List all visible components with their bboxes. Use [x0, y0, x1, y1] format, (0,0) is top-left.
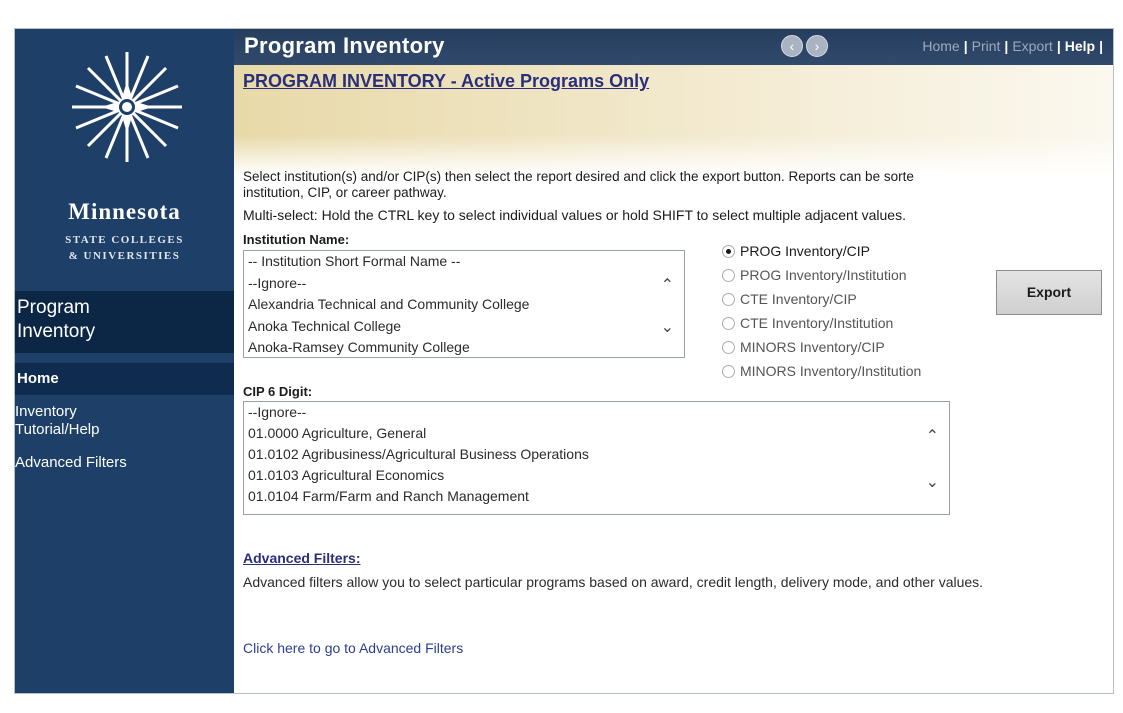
sidebar: Minnesota STATE COLLEGES & UNIVERSITIES …	[15, 29, 234, 693]
back-arrow-icon[interactable]: ‹	[781, 35, 803, 57]
intro-line: Select institution(s) and/or CIP(s) then…	[243, 169, 914, 184]
forward-arrow-icon[interactable]: ›	[806, 35, 828, 57]
institution-select[interactable]: -- Institution Short Formal Name -- --Ig…	[243, 250, 685, 358]
sidebar-item-label: Inventory	[15, 403, 77, 420]
list-item[interactable]: --Ignore--	[244, 273, 684, 295]
list-item[interactable]: 01.0000 Agriculture, General	[244, 423, 949, 444]
list-item[interactable]: 01.0104 Farm/Farm and Ranch Management	[244, 486, 949, 507]
advanced-filters-link[interactable]: Click here to go to Advanced Filters	[243, 640, 463, 656]
radio-button[interactable]	[722, 340, 735, 354]
help-link[interactable]: Help	[1065, 38, 1095, 54]
list-item[interactable]: Anoka Technical College	[244, 316, 684, 338]
chevron-down-icon[interactable]: ⌄	[661, 317, 674, 337]
home-link[interactable]: Home	[922, 38, 959, 54]
main-content: Program Inventory ‹ › Home | Print | Export |…	[234, 29, 1113, 693]
list-item[interactable]: Anoka-Ramsey Community College	[244, 337, 684, 357]
intro-text: Select institution(s) and/or CIP(s) then…	[243, 169, 1113, 201]
report-heading: PROGRAM INVENTORY - Active Programs Only	[243, 71, 650, 91]
app-frame: Minnesota STATE COLLEGES & UNIVERSITIES …	[14, 28, 1114, 694]
institution-label: Institution Name:	[243, 232, 350, 247]
logo-subtitle: & UNIVERSITIES	[68, 250, 181, 262]
logo-subtitle: STATE COLLEGES	[65, 234, 184, 246]
top-header: Program Inventory ‹ › Home | Print | Export |…	[234, 29, 1113, 65]
radio-button[interactable]	[722, 364, 735, 378]
radio-label: PROG Inventory/CIP	[740, 243, 870, 259]
sidebar-item-tutorial-help[interactable]: Inventory Tutorial/Help	[15, 403, 234, 439]
sidebar-item-label: Tutorial/Help	[15, 421, 100, 438]
top-links: Home | Print | Export | Help |	[922, 38, 1103, 54]
radio-cte-cip[interactable]: CTE Inventory/CIP	[722, 287, 982, 311]
list-item[interactable]: Alexandria Technical and Community Colle…	[244, 294, 684, 316]
sidebar-item-advanced-filters[interactable]: Advanced Filters	[15, 454, 234, 472]
report-type-group: PROG Inventory/CIP PROG Inventory/Instit…	[722, 239, 982, 383]
chevron-up-icon[interactable]: ⌃	[926, 426, 939, 446]
radio-button[interactable]	[722, 316, 735, 330]
radio-label: MINORS Inventory/CIP	[740, 339, 885, 355]
advanced-filters-heading[interactable]: Advanced Filters:	[243, 550, 360, 566]
radio-label: CTE Inventory/Institution	[740, 315, 894, 331]
radio-label: PROG Inventory/Institution	[740, 267, 907, 283]
intro-line: institution, CIP, or career pathway.	[243, 185, 447, 200]
radio-minors-institution[interactable]: MINORS Inventory/Institution	[722, 359, 982, 383]
list-item[interactable]: 01.0103 Agricultural Economics	[244, 465, 949, 486]
export-link[interactable]: Export	[1012, 38, 1052, 54]
chevron-down-icon[interactable]: ⌄	[926, 472, 939, 492]
radio-label: MINORS Inventory/Institution	[740, 363, 922, 379]
radio-prog-institution[interactable]: PROG Inventory/Institution	[722, 263, 982, 287]
list-item[interactable]: -- Institution Short Formal Name --	[244, 251, 684, 273]
list-item[interactable]: 01.0102 Agribusiness/Agricultural Busine…	[244, 444, 949, 465]
export-button[interactable]: Export	[996, 270, 1102, 315]
advanced-filters-description: Advanced filters allow you to select par…	[243, 574, 984, 590]
radio-minors-cip[interactable]: MINORS Inventory/CIP	[722, 335, 982, 359]
page-title: Program Inventory	[244, 33, 445, 58]
radio-cte-institution[interactable]: CTE Inventory/Institution	[722, 311, 982, 335]
sidebar-item-home[interactable]: Home	[15, 363, 234, 395]
cip-select[interactable]: --Ignore-- 01.0000 Agriculture, General …	[243, 401, 950, 515]
radio-label: CTE Inventory/CIP	[740, 291, 857, 307]
radio-prog-cip[interactable]: PROG Inventory/CIP	[722, 239, 982, 263]
radio-button[interactable]	[722, 268, 735, 282]
sidebar-title-line: Inventory	[17, 321, 96, 342]
radio-button[interactable]	[722, 244, 735, 258]
logo: Minnesota STATE COLLEGES & UNIVERSITIES	[15, 29, 234, 297]
list-item[interactable]: --Ignore--	[244, 402, 949, 423]
radio-button[interactable]	[722, 292, 735, 306]
chevron-up-icon[interactable]: ⌃	[661, 275, 674, 295]
snowflake-logo-icon	[72, 52, 182, 162]
cip-label: CIP 6 Digit:	[243, 384, 313, 399]
logo-name: Minnesota	[68, 199, 181, 224]
print-link[interactable]: Print	[972, 38, 1001, 54]
sidebar-title-line: Program	[17, 297, 90, 318]
sidebar-section-title: Program Inventory	[15, 291, 234, 353]
multiselect-hint: Multi-select: Hold the CTRL key to selec…	[243, 207, 906, 223]
